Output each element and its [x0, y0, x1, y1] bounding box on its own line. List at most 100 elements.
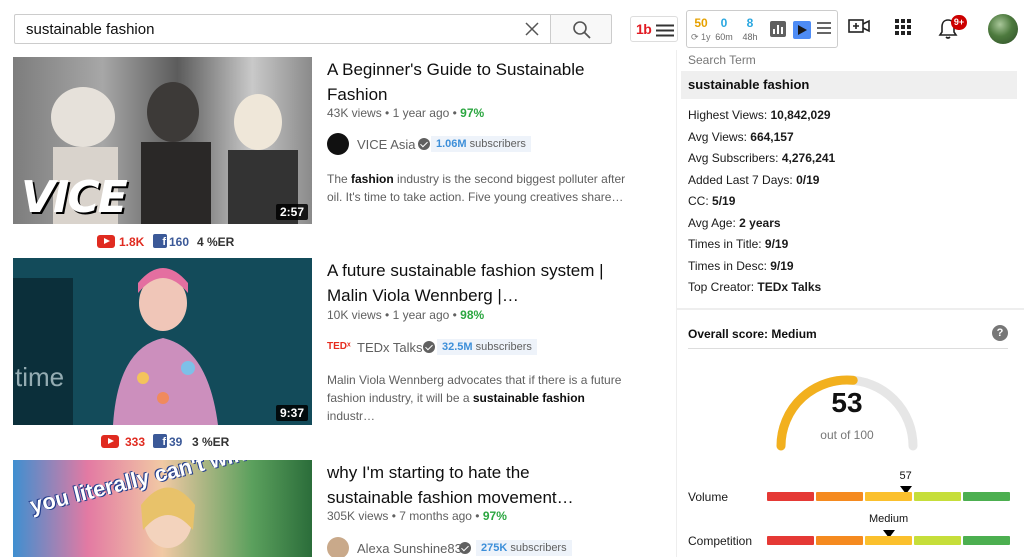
- bar-chart-icon[interactable]: [770, 21, 786, 37]
- search-term-value: sustainable fashion: [681, 71, 1017, 99]
- stat-highest-views: Highest Views: 10,842,029: [688, 108, 831, 122]
- stat-added-last-7-days: Added Last 7 Days: 0/19: [688, 173, 820, 187]
- desc-highlight: sustainable fashion: [472, 391, 585, 405]
- subscriber-count: 1.06M: [436, 138, 467, 150]
- stat-value: 0: [720, 16, 728, 30]
- video-title[interactable]: why I'm starting to hate the sustainable…: [327, 460, 617, 510]
- channel-name[interactable]: VICE Asia: [357, 137, 416, 152]
- stat-60m: 0 60m: [713, 16, 735, 42]
- apps-grid-icon[interactable]: [894, 18, 912, 36]
- subscriber-label: subscribers: [510, 542, 567, 554]
- channel-avatar[interactable]: [327, 537, 349, 557]
- tubebuddy-logo: 1b: [636, 21, 652, 37]
- stat-value: 8: [746, 16, 754, 30]
- overall-underline: [688, 348, 1008, 349]
- video-thumbnail[interactable]: time 9:37: [13, 258, 312, 425]
- subscriber-badge: 32.5M subscribers: [437, 339, 537, 355]
- facebook-count: 160: [169, 235, 190, 249]
- video-description: The fashion industry is the second bigge…: [327, 170, 627, 206]
- help-icon[interactable]: ?: [992, 325, 1008, 341]
- video-title[interactable]: A Beginner's Guide to Sustainable Fashio…: [327, 57, 617, 107]
- meter-segment: [865, 536, 912, 545]
- channel-avatar[interactable]: [327, 133, 349, 155]
- view-count: 305K views: [327, 509, 389, 523]
- channel-name[interactable]: TEDx Talks: [357, 340, 423, 355]
- engagement-rate: 3 %ER: [192, 435, 230, 449]
- subscriber-label: subscribers: [469, 138, 526, 150]
- video-meta: 43K views • 1 year ago • 97%: [327, 106, 485, 120]
- upload-age: 1 year ago: [392, 308, 450, 322]
- play-icon[interactable]: [793, 21, 811, 39]
- menu-icon[interactable]: [817, 22, 831, 34]
- volume-meter: [767, 492, 1010, 501]
- clear-icon[interactable]: [522, 19, 542, 39]
- video-thumbnail[interactable]: VICE 2:57: [13, 57, 312, 224]
- subscriber-label: subscribers: [475, 341, 532, 353]
- search-input[interactable]: sustainable fashion: [14, 14, 551, 44]
- desc-text: industr…: [327, 409, 376, 423]
- score-value: 53: [831, 387, 863, 418]
- upload-age: 1 year ago: [392, 106, 450, 120]
- video-result[interactable]: VICE 2:57 A Beginner's Guide to Sustaina…: [13, 57, 653, 252]
- video-result[interactable]: time 9:37 A future sustainable fashion s…: [13, 258, 653, 453]
- competition-value: Medium: [869, 513, 909, 525]
- facebook-count: 39: [169, 435, 183, 449]
- subscriber-badge: 1.06M subscribers: [431, 136, 531, 152]
- competition-label: Competition: [688, 534, 753, 548]
- subscriber-count: 275K: [481, 542, 508, 554]
- engagement-row: 333 f 39 3 %ER: [101, 434, 271, 450]
- meter-segment: [767, 536, 814, 545]
- keyword-explorer-panel: Search Term sustainable fashion Highest …: [676, 50, 1024, 557]
- volume-label: Volume: [688, 490, 729, 504]
- meter-segment: [963, 536, 1010, 545]
- video-duration: 9:37: [275, 405, 308, 421]
- youtube-icon: [101, 435, 119, 448]
- tubebuddy-button[interactable]: 1b: [630, 16, 678, 42]
- video-title[interactable]: A future sustainable fashion system | Ma…: [327, 258, 617, 308]
- top-bar: sustainable fashion 1b 50 0 60m 8 48h ⟳ …: [0, 0, 1024, 56]
- channel-name[interactable]: Alexa Sunshine83: [357, 541, 462, 556]
- stat-avg-views: Avg Views: 664,157: [688, 130, 794, 144]
- channel-stats-widget[interactable]: 50 0 60m 8 48h ⟳ 1y: [686, 10, 838, 48]
- stat-times-in-desc: Times in Desc: 9/19: [688, 259, 794, 273]
- engagement-row: 1.8K f 160 4 %ER: [97, 234, 267, 250]
- stat-avg-subscribers: Avg Subscribers: 4,276,241: [688, 151, 836, 165]
- search-query[interactable]: sustainable fashion: [26, 21, 154, 38]
- meter-segment: [816, 492, 863, 501]
- hamburger-icon: [656, 24, 674, 37]
- video-description: Malin Viola Wennberg advocates that if t…: [327, 371, 627, 425]
- video-duration: 2:57: [275, 204, 308, 220]
- verified-icon: [459, 542, 471, 554]
- stat-times-in-title: Times in Title: 9/19: [688, 237, 789, 251]
- create-video-icon[interactable]: [848, 16, 870, 36]
- notification-badge: 9+: [951, 15, 967, 30]
- score-percent: 97%: [460, 106, 485, 120]
- youtube-count: 1.8K: [119, 235, 145, 249]
- video-meta: 10K views • 1 year ago • 98%: [327, 308, 485, 322]
- search-term-label: Search Term: [688, 53, 756, 67]
- desc-text: The: [327, 172, 352, 186]
- stat-label: 1y: [701, 32, 711, 42]
- score-percent: 97%: [482, 509, 507, 523]
- video-meta: 305K views • 7 months ago • 97%: [327, 509, 507, 523]
- upload-age: 7 months ago: [399, 509, 472, 523]
- competition-meter: [767, 536, 1010, 545]
- thumbnail-text: time: [15, 362, 65, 392]
- search-icon: [573, 21, 591, 39]
- volume-value: 57: [899, 470, 912, 482]
- video-result[interactable]: you literally can't win. why I'm startin…: [13, 460, 653, 557]
- channel-logo[interactable]: TEDˣ: [327, 336, 351, 358]
- stat-label: 60m: [715, 32, 733, 42]
- view-count: 43K views: [327, 106, 382, 120]
- verified-icon: [418, 138, 430, 150]
- overall-score: Overall score: Medium: [688, 327, 817, 341]
- engagement-rate: 4 %ER: [197, 235, 235, 249]
- video-thumbnail[interactable]: you literally can't win.: [13, 460, 312, 557]
- youtube-count: 333: [125, 435, 146, 449]
- search-button[interactable]: [551, 14, 612, 44]
- avatar[interactable]: [988, 14, 1018, 44]
- panel-divider: [677, 308, 1024, 310]
- stat-label: 48h: [742, 32, 758, 42]
- subscriber-badge: 275K subscribers: [476, 540, 572, 556]
- stat-cc: CC: 5/19: [688, 194, 736, 208]
